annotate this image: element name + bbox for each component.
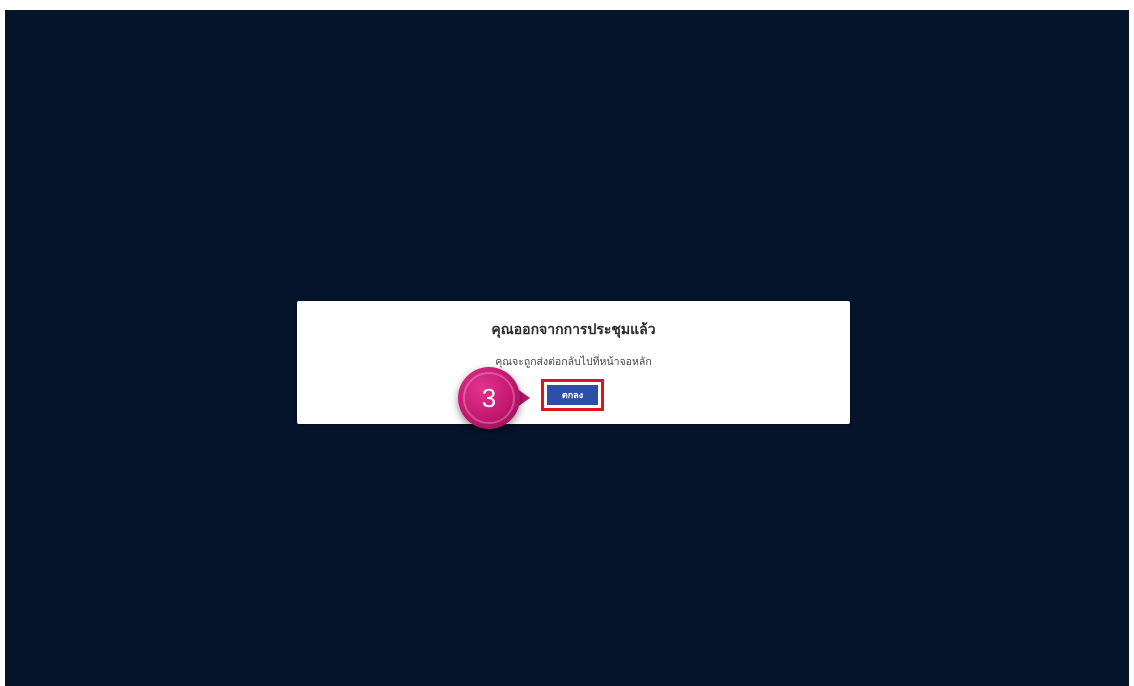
dialog-title: คุณออกจากการประชุมแล้ว [491, 322, 656, 338]
left-meeting-dialog: คุณออกจากการประชุมแล้ว คุณจะถูกส่งต่อกลั… [297, 301, 850, 424]
ok-button[interactable]: ตกลง [547, 385, 598, 405]
ok-button-highlight: ตกลง [541, 379, 604, 411]
step-number: 3 [463, 372, 515, 424]
step-number-badge: 3 [458, 367, 520, 429]
dialog-message: คุณจะถูกส่งต่อกลับไปที่หน้าจอหลัก [495, 356, 652, 368]
